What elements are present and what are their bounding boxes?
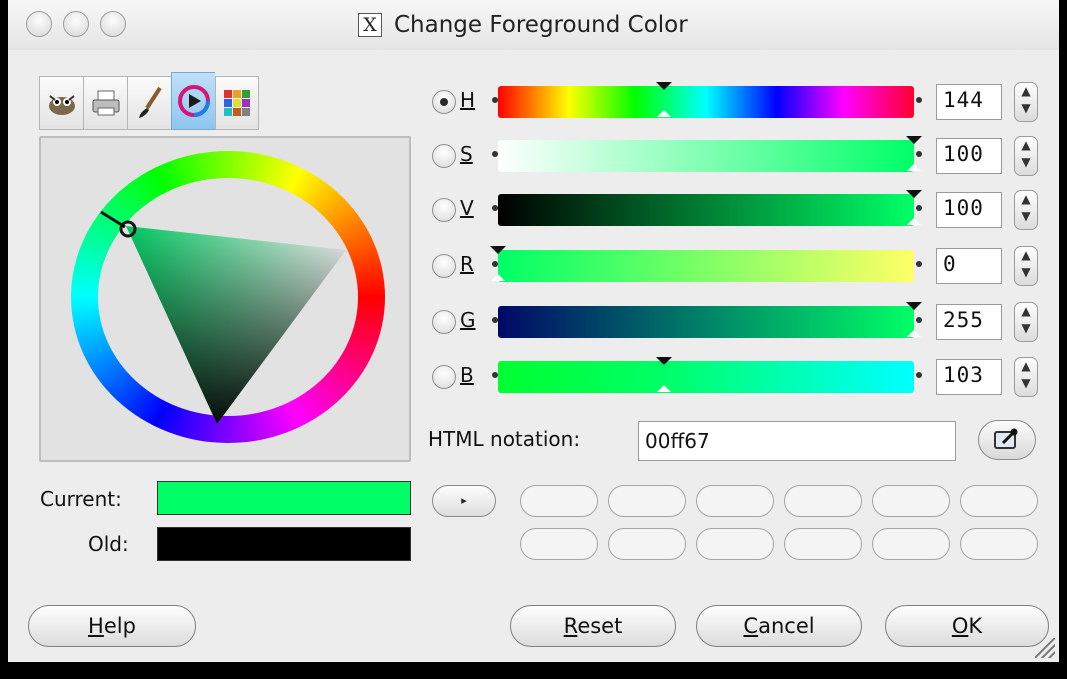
hue-slider[interactable] xyxy=(498,86,914,118)
tab-cmyk-selector[interactable] xyxy=(83,76,127,130)
channel-row-g: G 255 ▲ ▼ xyxy=(432,302,1042,342)
channel-row-r: R 0 ▲ ▼ xyxy=(432,246,1042,286)
cancel-button[interactable]: Cancel xyxy=(696,605,862,647)
tab-palette-selector[interactable] xyxy=(215,76,259,130)
saturation-value-triangle[interactable] xyxy=(41,138,409,460)
help-button[interactable]: Help xyxy=(28,605,196,647)
minimize-window-button[interactable] xyxy=(63,11,89,37)
printer-icon xyxy=(92,90,119,116)
window-title: Change Foreground Color xyxy=(394,12,688,38)
radio-g[interactable] xyxy=(432,310,456,334)
slider-marker[interactable] xyxy=(906,302,922,310)
close-window-button[interactable] xyxy=(26,11,52,37)
current-label: Current: xyxy=(40,487,122,511)
saturation-value-field[interactable]: 100 xyxy=(936,138,1002,174)
slider-marker[interactable] xyxy=(490,246,506,254)
blue-slider[interactable] xyxy=(498,361,914,393)
slider-marker[interactable] xyxy=(906,136,922,144)
history-swatch[interactable] xyxy=(784,485,862,517)
radio-s[interactable] xyxy=(432,144,456,168)
zoom-window-button[interactable] xyxy=(100,11,126,37)
slider-marker[interactable] xyxy=(656,357,673,365)
ok-button[interactable]: OK xyxy=(885,605,1049,647)
red-value-field[interactable]: 0 xyxy=(936,248,1002,284)
history-swatch[interactable] xyxy=(960,528,1038,560)
value-spin-button[interactable]: ▲ ▼ xyxy=(1014,190,1038,230)
channel-label-h: H xyxy=(460,88,476,112)
palette-icon xyxy=(224,90,250,116)
history-swatch[interactable] xyxy=(608,528,686,560)
history-swatch[interactable] xyxy=(696,485,774,517)
radio-v[interactable] xyxy=(432,198,456,222)
radio-r[interactable] xyxy=(432,254,456,278)
green-slider[interactable] xyxy=(498,306,914,338)
title-bar: X Change Foreground Color xyxy=(8,0,1059,50)
value-value-field[interactable]: 100 xyxy=(936,192,1002,228)
channel-label-v: V xyxy=(460,196,474,220)
channel-row-v: V 100 ▲ ▼ xyxy=(432,190,1042,230)
history-swatch[interactable] xyxy=(960,485,1038,517)
x11-app-icon: X xyxy=(358,13,382,37)
old-label: Old: xyxy=(88,532,129,556)
reset-button[interactable]: Reset xyxy=(510,605,676,647)
channel-label-b: B xyxy=(460,363,474,387)
saturation-spin-button[interactable]: ▲ ▼ xyxy=(1014,136,1038,176)
history-swatch[interactable] xyxy=(784,528,862,560)
current-color-swatch xyxy=(157,481,411,515)
old-color-swatch[interactable] xyxy=(157,527,411,561)
red-slider[interactable] xyxy=(498,250,914,282)
channel-label-s: S xyxy=(460,142,473,166)
tab-wheel-selector[interactable] xyxy=(171,72,215,130)
channel-label-g: G xyxy=(460,308,476,332)
eyedropper-icon xyxy=(994,428,1018,449)
radio-b[interactable] xyxy=(432,365,456,389)
red-spin-button[interactable]: ▲ ▼ xyxy=(1014,246,1038,286)
slider-marker[interactable] xyxy=(906,190,922,198)
title-group: X Change Foreground Color xyxy=(358,10,688,40)
slider-marker[interactable] xyxy=(656,82,673,90)
green-value-field[interactable]: 255 xyxy=(936,304,1002,340)
color-selector-tabs xyxy=(39,72,259,130)
tab-watercolor-selector[interactable] xyxy=(127,76,171,130)
change-foreground-color-dialog: X Change Foreground Color Current: Old: … xyxy=(8,0,1059,662)
blue-spin-button[interactable]: ▲ ▼ xyxy=(1014,357,1038,397)
green-spin-button[interactable]: ▲ ▼ xyxy=(1014,302,1038,342)
channel-row-h: H 144 ▲ ▼ xyxy=(432,82,1042,122)
value-slider[interactable] xyxy=(498,194,914,226)
history-swatch[interactable] xyxy=(608,485,686,517)
history-swatch[interactable] xyxy=(872,528,950,560)
resize-grip[interactable] xyxy=(1035,638,1055,658)
color-picker-button[interactable] xyxy=(978,420,1036,460)
brush-icon xyxy=(138,86,162,118)
channel-row-s: S 100 ▲ ▼ xyxy=(432,136,1042,176)
html-notation-input[interactable]: 00ff67 xyxy=(638,421,956,461)
blue-value-field[interactable]: 103 xyxy=(936,359,1002,395)
history-swatch[interactable] xyxy=(872,485,950,517)
history-swatch[interactable] xyxy=(520,485,598,517)
html-notation-label: HTML notation: xyxy=(428,427,581,451)
tab-gimp-selector[interactable] xyxy=(39,76,83,130)
history-swatch[interactable] xyxy=(520,528,598,560)
radio-h[interactable] xyxy=(432,90,456,114)
channel-label-r: R xyxy=(460,252,474,276)
channel-row-b: B 103 ▲ ▼ xyxy=(432,357,1042,397)
saturation-slider[interactable] xyxy=(498,140,914,172)
color-wheel-panel xyxy=(39,136,411,462)
hue-value-field[interactable]: 144 xyxy=(936,84,1002,120)
history-add-button[interactable]: ▸ xyxy=(432,485,496,517)
gimp-icon xyxy=(48,95,75,115)
hue-spin-button[interactable]: ▲ ▼ xyxy=(1014,82,1038,122)
history-swatch[interactable] xyxy=(696,528,774,560)
color-wheel-icon xyxy=(177,85,210,117)
